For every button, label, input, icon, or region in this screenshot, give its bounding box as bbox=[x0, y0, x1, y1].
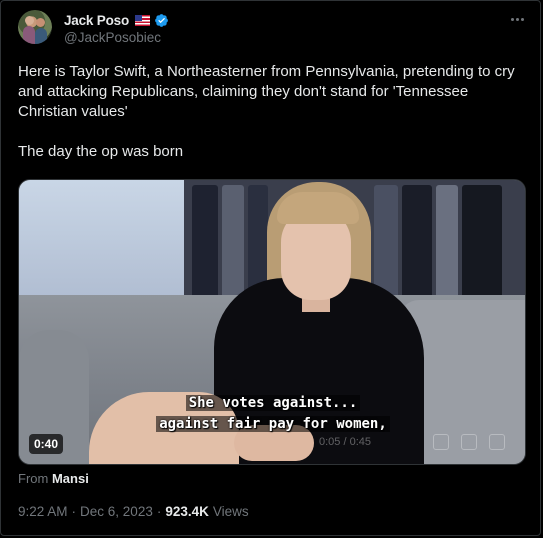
video-subtitles: She votes against... against fair pay fo… bbox=[19, 393, 525, 435]
burned-in-control-icon bbox=[489, 434, 505, 450]
flag-usa-icon bbox=[135, 14, 150, 26]
more-dot bbox=[510, 17, 514, 21]
more-dot bbox=[520, 17, 524, 21]
source-name-link[interactable]: Mansi bbox=[52, 471, 89, 486]
author-name-row: Jack Poso bbox=[64, 11, 169, 29]
verified-badge-icon[interactable] bbox=[154, 13, 169, 28]
video-scene-garment bbox=[222, 185, 244, 305]
tweet-text-paragraph-2: The day the op was born bbox=[18, 143, 184, 160]
subtitle-line-1: She votes against... bbox=[185, 395, 361, 411]
meta-separator: · bbox=[71, 504, 77, 519]
burned-in-control-icon bbox=[433, 434, 449, 450]
video-player[interactable]: She votes against... against fair pay fo… bbox=[18, 179, 526, 465]
views-label: Views bbox=[212, 504, 249, 519]
video-scene-person-bangs bbox=[277, 192, 359, 224]
video-duration-badge: 0:40 bbox=[29, 434, 64, 454]
avatar-body-2 bbox=[35, 28, 47, 44]
video-scene-garment bbox=[462, 185, 502, 305]
author-handle[interactable]: @JackPosobiec bbox=[64, 30, 161, 45]
video-scene-garment bbox=[402, 185, 432, 305]
video-scene-wall bbox=[19, 180, 199, 310]
meta-separator: · bbox=[156, 504, 162, 519]
source-prefix: From bbox=[18, 471, 49, 486]
tweet-time[interactable]: 9:22 AM bbox=[18, 504, 68, 519]
avatar-body-1 bbox=[23, 26, 35, 44]
more-options-icon[interactable] bbox=[507, 9, 527, 29]
video-scene-garment bbox=[192, 185, 218, 305]
burned-in-control-icon bbox=[461, 434, 477, 450]
video-burned-in-timestamp: 0:05 / 0:45 bbox=[319, 436, 371, 448]
video-burned-in-controls bbox=[433, 434, 505, 450]
author-display-name[interactable]: Jack Poso bbox=[64, 13, 129, 28]
avatar[interactable] bbox=[18, 10, 52, 44]
tweet-text-paragraph-1: Here is Taylor Swift, a Northeasterner f… bbox=[18, 63, 515, 120]
avatar-figure-1 bbox=[25, 16, 34, 25]
video-source-attribution: From Mansi bbox=[18, 471, 89, 486]
tweet-card: Jack Poso @JackPosobiec Here is Taylor S… bbox=[0, 0, 541, 536]
subtitle-line-2: against fair pay for women, bbox=[156, 416, 390, 432]
tweet-text: Here is Taylor Swift, a Northeasterner f… bbox=[18, 62, 528, 162]
avatar-figure-2 bbox=[36, 18, 45, 27]
more-dot bbox=[515, 17, 519, 21]
tweet-meta: 9:22 AM · Dec 6, 2023 · 923.4K Views bbox=[18, 504, 249, 519]
video-scene-garment bbox=[436, 185, 458, 305]
views-count: 923.4K bbox=[165, 504, 209, 519]
tweet-date[interactable]: Dec 6, 2023 bbox=[80, 504, 153, 519]
